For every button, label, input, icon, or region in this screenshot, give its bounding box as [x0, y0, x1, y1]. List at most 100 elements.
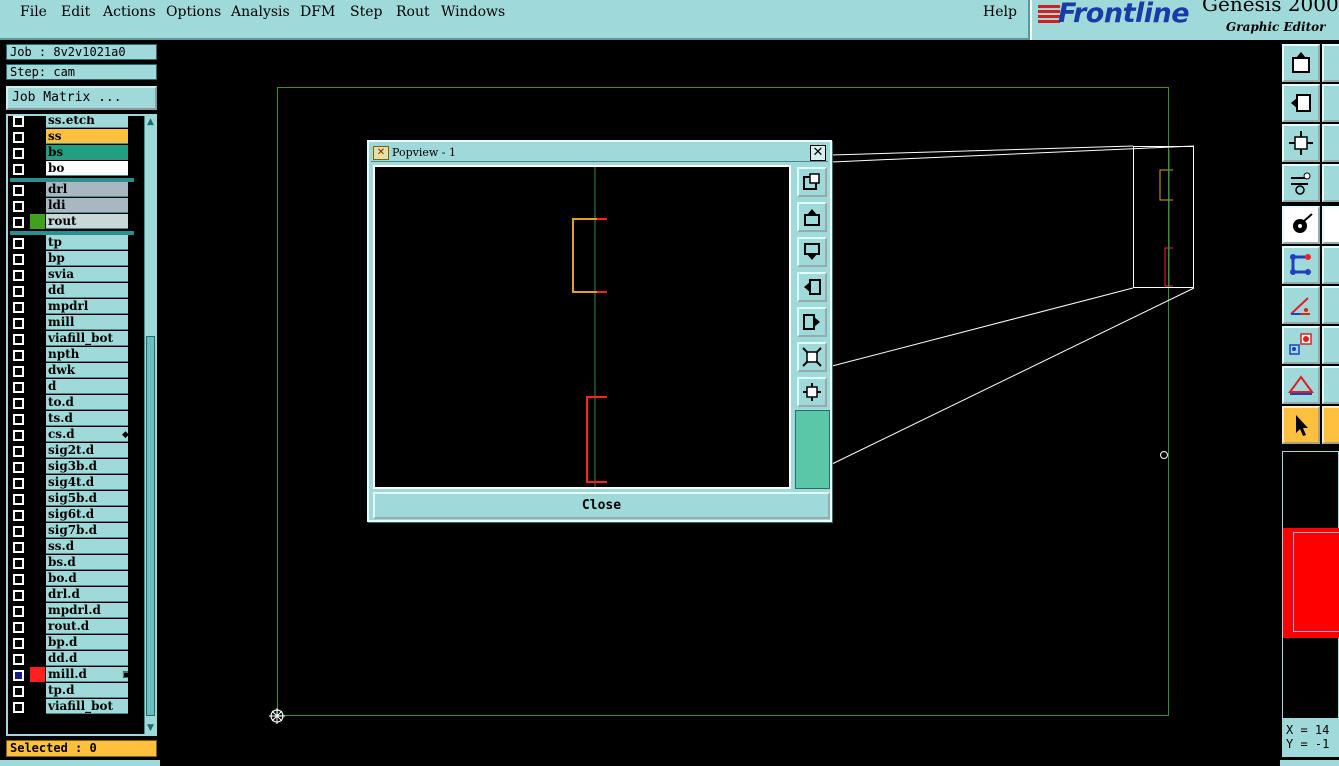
layer-checkbox[interactable] — [13, 622, 24, 633]
layer-name[interactable]: rout.d — [46, 619, 128, 634]
layer-name[interactable]: cs.d — [46, 427, 128, 442]
zoom-home-icon[interactable] — [797, 167, 827, 197]
layer-row[interactable]: drl.d — [10, 587, 132, 603]
select-pointer-icon[interactable] — [1282, 406, 1320, 444]
popview-titlebar[interactable]: ✕ Popview - 1 ✕ — [371, 144, 828, 162]
layer-checkbox[interactable] — [13, 132, 24, 143]
close-icon[interactable]: ✕ — [810, 145, 826, 161]
layer-name[interactable]: to.d — [46, 395, 128, 410]
layer-color-swatch[interactable] — [30, 635, 45, 650]
layer-name[interactable]: npth — [46, 347, 128, 362]
layer-name[interactable]: d — [46, 379, 128, 394]
layer-row[interactable]: ss — [10, 129, 132, 145]
triangle-shape-icon[interactable] — [1282, 366, 1320, 404]
layer-name[interactable]: drl — [46, 182, 128, 197]
layer-checkbox[interactable] — [13, 350, 24, 361]
layer-checkbox[interactable] — [13, 148, 24, 159]
layer-checkbox[interactable] — [13, 702, 24, 713]
menu-edit[interactable]: Edit — [61, 4, 90, 20]
layer-name[interactable]: mpdrl.d — [46, 603, 128, 618]
popview-viewport[interactable] — [373, 165, 791, 489]
layer-name[interactable]: sig5b.d — [46, 491, 128, 506]
layer-color-swatch[interactable] — [30, 116, 45, 128]
layer-row[interactable]: bp — [10, 251, 132, 267]
menu-analysis[interactable]: Analysis — [231, 4, 290, 20]
zoom-in-icon[interactable] — [797, 342, 827, 372]
pan-right-icon-right[interactable] — [1322, 84, 1339, 122]
layer-name[interactable]: sig7b.d — [46, 523, 128, 538]
layer-color-swatch[interactable] — [30, 129, 45, 144]
layer-checkbox[interactable] — [13, 238, 24, 249]
menu-step[interactable]: Step — [350, 4, 382, 20]
layer-color-swatch[interactable] — [30, 411, 45, 426]
layer-name[interactable]: dd — [46, 283, 128, 298]
layer-checkbox[interactable] — [13, 382, 24, 393]
layer-checkbox[interactable] — [13, 286, 24, 297]
layer-name[interactable]: svia — [46, 267, 128, 282]
layer-row[interactable]: cs.d ◆ — [10, 427, 132, 443]
layer-row[interactable]: sig3b.d — [10, 459, 132, 475]
layer-row[interactable]: sig5b.d — [10, 491, 132, 507]
layer-color-swatch[interactable] — [30, 507, 45, 522]
grid-icon[interactable] — [1322, 164, 1339, 202]
layer-row[interactable]: bs — [10, 145, 132, 161]
menu-file[interactable]: File — [20, 4, 47, 20]
scrollbar-thumb[interactable] — [146, 336, 155, 716]
layer-color-swatch[interactable] — [30, 427, 45, 442]
layer-row[interactable]: sig4t.d — [10, 475, 132, 491]
menu-help[interactable]: Help — [983, 4, 1017, 20]
layer-color-swatch[interactable] — [30, 267, 45, 282]
layer-color-swatch[interactable] — [30, 251, 45, 266]
layer-checkbox[interactable] — [13, 302, 24, 313]
layer-row[interactable]: d — [10, 379, 132, 395]
layer-name[interactable]: bs — [46, 145, 128, 160]
layer-checkbox[interactable] — [13, 526, 24, 537]
layer-color-swatch[interactable] — [30, 491, 45, 506]
cross-icon[interactable] — [1322, 246, 1339, 284]
scroll-down-icon[interactable]: ▼ — [145, 722, 155, 734]
overview-map[interactable] — [1282, 451, 1339, 719]
pan-down-icon[interactable] — [797, 237, 827, 267]
scroll-up-icon[interactable]: ▲ — [145, 116, 155, 128]
layer-checkbox[interactable] — [13, 590, 24, 601]
layer-name[interactable]: bp — [46, 251, 128, 266]
layer-checkbox[interactable] — [13, 462, 24, 473]
layer-name[interactable]: dd.d — [46, 651, 128, 666]
pan-up-icon[interactable] — [797, 202, 827, 232]
layer-color-swatch[interactable] — [30, 587, 45, 602]
layer-checkbox[interactable] — [13, 654, 24, 665]
layer-row[interactable]: sig7b.d — [10, 523, 132, 539]
layer-row[interactable]: tp — [10, 235, 132, 251]
layer-color-swatch[interactable] — [30, 475, 45, 490]
layer-color-swatch[interactable] — [30, 331, 45, 346]
layer-name[interactable]: sig2t.d — [46, 443, 128, 458]
layer-checkbox[interactable] — [13, 116, 24, 127]
slope-icon[interactable] — [1322, 286, 1339, 324]
layer-name[interactable]: bo.d — [46, 571, 128, 586]
red-line-icon[interactable] — [1322, 326, 1339, 364]
layer-name[interactable]: bo — [46, 161, 128, 176]
layer-color-swatch[interactable] — [30, 235, 45, 250]
layer-checkbox[interactable] — [13, 254, 24, 265]
layer-checkbox[interactable] — [13, 542, 24, 553]
menu-actions[interactable]: Actions — [103, 4, 156, 20]
layer-color-swatch[interactable] — [30, 555, 45, 570]
layer-name[interactable]: mill — [46, 315, 128, 330]
open-icon[interactable] — [1282, 44, 1320, 82]
layer-color-swatch[interactable] — [30, 315, 45, 330]
layer-row[interactable]: mill — [10, 315, 132, 331]
layer-checkbox[interactable] — [13, 686, 24, 697]
layer-color-swatch[interactable] — [30, 683, 45, 698]
net-nodes-icon[interactable] — [1282, 246, 1320, 284]
layer-checkbox[interactable] — [13, 201, 24, 212]
layer-checkbox[interactable] — [13, 270, 24, 281]
layer-color-swatch[interactable] — [30, 145, 45, 160]
menu-windows[interactable]: Windows — [441, 4, 505, 20]
layer-color-swatch[interactable] — [30, 443, 45, 458]
layer-name[interactable]: mill.d — [46, 667, 128, 682]
angle-measure-icon[interactable] — [1282, 286, 1320, 324]
layer-row[interactable]: sig6t.d — [10, 507, 132, 523]
layer-color-swatch[interactable] — [30, 161, 45, 176]
layer-row[interactable]: npth — [10, 347, 132, 363]
layer-name[interactable]: drl.d — [46, 587, 128, 602]
